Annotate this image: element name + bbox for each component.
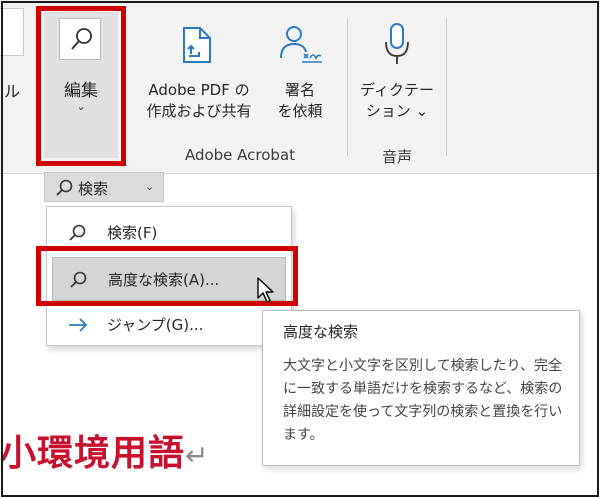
- find-split-button[interactable]: 検索 ⌄: [44, 172, 164, 202]
- ribbon-cut-label: ル: [4, 82, 21, 101]
- document-text: 小環境用語: [0, 433, 186, 474]
- find-split-label: 検索: [78, 180, 109, 198]
- search-icon: [67, 223, 87, 247]
- adobe-pdf-label-line1: Adobe PDF の: [148, 81, 250, 99]
- dictation-button[interactable]: ディクテー ション ⌄: [356, 22, 438, 132]
- group-divider: [446, 18, 447, 156]
- arrow-right-icon: [67, 315, 89, 339]
- adobe-pdf-share-button[interactable]: Adobe PDF の 作成および共有: [134, 22, 264, 132]
- advanced-find-tooltip: 高度な検索 大文字と小文字を区別して検索したり、完全に一致する単語だけを検索する…: [262, 310, 580, 466]
- acrobat-group-label: Adobe Acrobat: [184, 146, 296, 164]
- adobe-pdf-label-line2: 作成および共有: [146, 102, 252, 120]
- signature-label-line2: を依頼: [277, 102, 323, 120]
- chevron-down-icon: ⌄: [76, 100, 86, 113]
- menu-item-label: 検索(F): [107, 224, 158, 242]
- microphone-icon: [383, 22, 411, 72]
- edit-button[interactable]: 編集 ⌄: [44, 12, 118, 158]
- menu-item-find[interactable]: 検索(F): [47, 211, 291, 255]
- menu-item-goto[interactable]: ジャンプ(G)...: [47, 303, 291, 347]
- pdf-share-icon: [180, 22, 216, 70]
- tooltip-title: 高度な検索: [283, 323, 359, 341]
- edit-label: 編集: [64, 81, 98, 101]
- document-text-line: 小環境用語↵: [0, 424, 209, 476]
- search-icon: [59, 18, 101, 60]
- return-mark-icon: ↵: [185, 439, 210, 472]
- menu-item-label: 高度な検索(A)...: [108, 271, 220, 289]
- request-signature-button[interactable]: 署名 を依頼: [266, 22, 334, 132]
- search-icon: [68, 270, 88, 294]
- search-icon: [54, 178, 74, 202]
- dictation-label-line1: ディクテー: [360, 81, 434, 99]
- chevron-down-icon[interactable]: ⌄: [145, 180, 154, 193]
- signature-label-line1: 署名: [284, 81, 315, 99]
- menu-item-advanced-find[interactable]: 高度な検索(A)...: [52, 257, 286, 301]
- ribbon: ル 編集 ⌄ Adobe PDF の 作成および共有 署名 を依頼 Adobe …: [0, 0, 600, 174]
- clipboard-input[interactable]: [0, 8, 24, 56]
- voice-group-label: 音声: [381, 148, 412, 166]
- menu-item-label: ジャンプ(G)...: [107, 316, 204, 334]
- dictation-label-line2: ション ⌄: [365, 102, 429, 120]
- group-divider: [347, 18, 348, 156]
- signature-icon: [276, 22, 324, 70]
- mouse-cursor-icon: [256, 276, 278, 308]
- tooltip-body: 大文字と小文字を区別して検索したり、完全に一致する単語だけを検索するなど、検索の…: [283, 358, 563, 443]
